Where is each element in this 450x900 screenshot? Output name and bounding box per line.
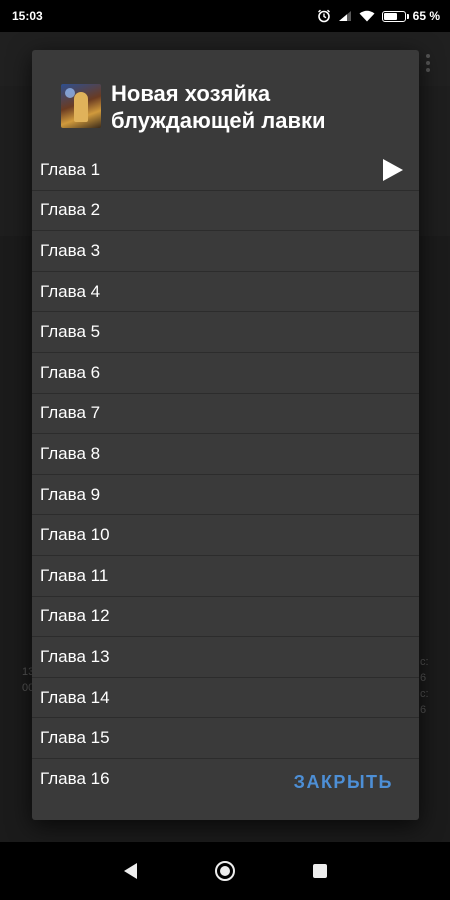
chapter-row[interactable]: Глава 9 bbox=[32, 474, 419, 516]
chapter-row[interactable]: Глава 6 bbox=[32, 352, 419, 394]
chapter-label: Глава 7 bbox=[40, 403, 101, 423]
battery-text: 65 % bbox=[412, 9, 440, 23]
chapter-label: Глава 15 bbox=[40, 728, 110, 748]
chapter-row[interactable]: Глава 1 bbox=[32, 150, 419, 191]
chapter-row[interactable]: Глава 4 bbox=[32, 271, 419, 313]
chapter-label: Глава 12 bbox=[40, 606, 110, 626]
screen: 15:03 65 % 13 00 с: 6 с: 6 Новая хозяйка… bbox=[0, 0, 450, 900]
recents-icon[interactable] bbox=[312, 864, 327, 878]
chapter-label: Глава 11 bbox=[40, 565, 109, 585]
close-button[interactable]: ЗАКРЫТЬ bbox=[294, 772, 393, 793]
battery-fill bbox=[383, 12, 397, 20]
chapter-label: Глава 13 bbox=[40, 646, 110, 666]
chapter-list[interactable]: Глава 1 Глава 2 Глава 3 Глава 4 Глава 5 Глава… bbox=[32, 150, 419, 798]
chapter-row[interactable]: Глава 2 bbox=[32, 190, 419, 232]
battery-icon bbox=[381, 10, 409, 22]
chapter-label: Глава 4 bbox=[40, 281, 101, 301]
chapter-row[interactable]: Глава 3 bbox=[32, 231, 419, 272]
chapter-label: Глава 8 bbox=[40, 443, 101, 463]
chapter-label: Глава 1 bbox=[40, 159, 101, 179]
status-bar: 15:03 65 % bbox=[0, 0, 450, 32]
navigation-bar bbox=[0, 842, 450, 900]
book-cover-icon bbox=[61, 84, 101, 128]
background-right-text: с: 6 с: 6 bbox=[420, 656, 429, 716]
back-icon[interactable] bbox=[123, 863, 137, 879]
chapter-label: Глава 10 bbox=[40, 525, 110, 545]
chapter-row[interactable]: Глава 13 bbox=[32, 637, 419, 678]
alarm-icon bbox=[317, 9, 331, 23]
chapter-row[interactable]: Глава 10 bbox=[32, 515, 419, 556]
chapter-row[interactable]: Глава 5 bbox=[32, 312, 419, 353]
chapter-label: Глава 2 bbox=[40, 200, 101, 220]
status-icons: 65 % bbox=[317, 9, 440, 23]
play-icon[interactable] bbox=[383, 158, 403, 181]
dialog-title: Новая хозяйка блуждающей лавки bbox=[111, 81, 326, 133]
overflow-menu-icon bbox=[426, 54, 430, 75]
chapter-label: Глава 9 bbox=[40, 484, 101, 504]
chapter-row[interactable]: Глава 8 bbox=[32, 434, 419, 475]
chapter-row[interactable]: Глава 12 bbox=[32, 596, 419, 638]
home-icon[interactable] bbox=[214, 861, 235, 881]
chapter-label: Глава 14 bbox=[40, 687, 110, 707]
chapter-row[interactable]: Глава 7 bbox=[32, 393, 419, 435]
chapter-row[interactable]: Глава 11 bbox=[32, 555, 419, 597]
chapter-label: Глава 6 bbox=[40, 362, 101, 382]
wifi-icon bbox=[359, 10, 375, 22]
chapter-label: Глава 5 bbox=[40, 322, 101, 342]
status-time: 15:03 bbox=[12, 9, 43, 23]
chapter-row[interactable]: Глава 14 bbox=[32, 677, 419, 719]
chapters-dialog: Новая хозяйка блуждающей лавки Глава 1 Гл… bbox=[32, 50, 419, 820]
chapter-label: Глава 3 bbox=[40, 240, 101, 260]
chapter-label: Глава 16 bbox=[40, 768, 110, 788]
dialog-header: Новая хозяйка блуждающей лавки bbox=[32, 50, 419, 150]
signal-icon bbox=[338, 10, 352, 22]
chapter-row[interactable]: Глава 15 bbox=[32, 718, 419, 759]
